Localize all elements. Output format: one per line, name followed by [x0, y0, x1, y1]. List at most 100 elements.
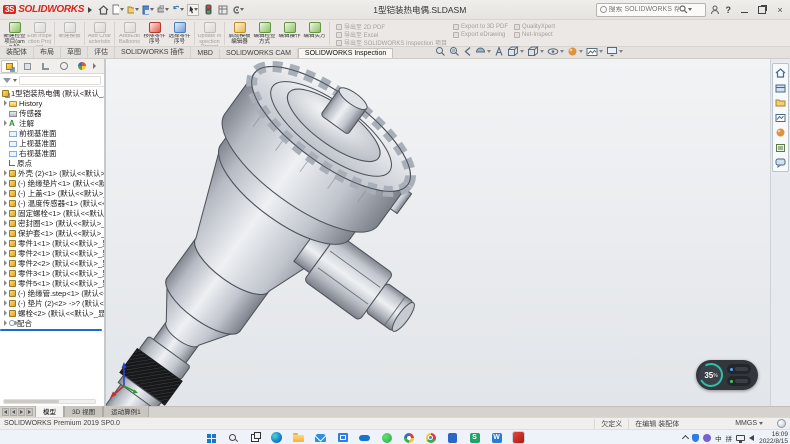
- thermocouple-3d-model[interactable]: [106, 59, 770, 406]
- dropdown-caret-icon[interactable]: [165, 8, 169, 11]
- blue-app-icon[interactable]: [446, 431, 459, 444]
- apply-scene-icon[interactable]: [586, 47, 603, 57]
- widget-button-bottom[interactable]: [727, 376, 751, 386]
- tab-scroll-prev-icon[interactable]: [10, 408, 17, 416]
- expand-arrow-icon[interactable]: [4, 300, 7, 306]
- net-inspect-item[interactable]: Net-Inspect: [514, 31, 555, 38]
- tray-shield-icon[interactable]: [692, 434, 699, 442]
- search-box[interactable]: [596, 3, 706, 17]
- tree-item-annotations[interactable]: 注解: [0, 118, 104, 128]
- ribbon-button-add-edit-balloons[interactable]: Add/Edit Balloons: [117, 21, 142, 46]
- hide-show-items-icon[interactable]: [547, 46, 564, 57]
- taskbar-search-icon[interactable]: [226, 431, 239, 444]
- tree-item-component[interactable]: 密封圈<1> (默认<<默认>_显示状态: [0, 218, 104, 228]
- units-selector[interactable]: MMGS: [735, 420, 763, 427]
- ribbon-button-launch-template-editor[interactable]: 启动模板编辑器: [227, 21, 252, 46]
- save-icon[interactable]: [142, 4, 154, 16]
- search-input[interactable]: [609, 6, 679, 13]
- mail-icon[interactable]: [314, 431, 327, 444]
- dropdown-caret-icon[interactable]: [487, 50, 491, 53]
- tree-item-component[interactable]: 零件3<1> (默认<<默认>_显示状态: [0, 268, 104, 278]
- clock[interactable]: 16:09 2022/8/15: [759, 431, 788, 444]
- print-icon[interactable]: [157, 4, 169, 16]
- tree-item-component[interactable]: 零件2<1> (默认<<默认>_显示状态: [0, 248, 104, 258]
- appearances-scenes-icon[interactable]: [774, 126, 787, 139]
- expand-arrow-icon[interactable]: [4, 190, 7, 196]
- new-file-icon[interactable]: [112, 4, 124, 16]
- select-cursor-icon[interactable]: [187, 4, 199, 16]
- tray-purple-app-icon[interactable]: [703, 434, 711, 442]
- configurationmanager-tab[interactable]: [37, 60, 54, 73]
- expand-arrow-icon[interactable]: [4, 210, 7, 216]
- panel-tab-overflow-icon[interactable]: [93, 63, 96, 69]
- tab-evaluate[interactable]: 评估: [88, 46, 115, 58]
- display-style-icon[interactable]: [527, 46, 544, 57]
- section-view-icon[interactable]: [475, 46, 491, 57]
- ribbon-button-add-characteristic[interactable]: Add Characteristic: [87, 21, 112, 46]
- ribbon-button-edit-methods[interactable]: 编辑检查方式: [252, 21, 277, 46]
- task-view-icon[interactable]: [248, 431, 261, 444]
- tree-item-component[interactable]: (-) 绝缘垫片<1> (默认<<默认>_显示: [0, 178, 104, 188]
- browser-wheel-icon[interactable]: [402, 431, 415, 444]
- design-library-icon[interactable]: [774, 81, 787, 94]
- rebuild-icon[interactable]: [202, 4, 214, 16]
- tree-item-component[interactable]: (-) 温度传感器<1> (默认<<默认>_显: [0, 198, 104, 208]
- edit-appearance-icon[interactable]: [567, 46, 583, 57]
- tree-item-component[interactable]: 螺栓<2> (默认<<默认>_显示状态: [0, 308, 104, 318]
- dropdown-caret-icon[interactable]: [619, 50, 623, 53]
- expand-arrow-icon[interactable]: [4, 120, 7, 126]
- view-settings-icon[interactable]: [606, 46, 623, 57]
- export-3d-pdf-item[interactable]: Export to 3D PDF: [453, 23, 508, 30]
- dropdown-caret-icon[interactable]: [194, 8, 198, 11]
- tree-item-front-plane[interactable]: 前视基准面: [0, 128, 104, 138]
- zoom-dial[interactable]: 35%: [698, 362, 724, 388]
- tab-scroll-last-icon[interactable]: [26, 408, 33, 416]
- tab-mbd[interactable]: MBD: [191, 49, 220, 58]
- search-icon[interactable]: [679, 5, 688, 14]
- chrome-icon[interactable]: [424, 431, 437, 444]
- restore-button[interactable]: [755, 3, 769, 17]
- solidworks-forum-icon[interactable]: [774, 156, 787, 169]
- options-gear-icon[interactable]: [232, 4, 244, 16]
- dropdown-caret-icon[interactable]: [579, 50, 583, 53]
- file-explorer-taskbar-icon[interactable]: [292, 431, 305, 444]
- login-person-icon[interactable]: [710, 5, 720, 15]
- custom-properties-icon[interactable]: [774, 141, 787, 154]
- zoom-to-area-icon[interactable]: [449, 46, 460, 57]
- export-excel-item[interactable]: 导出至 Excel: [336, 31, 447, 38]
- dropdown-caret-icon[interactable]: [540, 50, 544, 53]
- search-dropdown-caret-icon[interactable]: [688, 8, 692, 11]
- ribbon-button-update-inspection-project[interactable]: Update Inspection Project: [197, 21, 222, 46]
- open-file-icon[interactable]: [127, 4, 139, 16]
- microsoft-store-icon[interactable]: [336, 431, 349, 444]
- tree-item-component[interactable]: (-) 垫片 (2)<2> ->? (默认<<默认>_: [0, 298, 104, 308]
- tree-item-component[interactable]: 固定螺栓<1> (默认<<默认>_显示状: [0, 208, 104, 218]
- export-2d-pdf-item[interactable]: 导出至 2D PDF: [336, 23, 447, 30]
- view-palette-icon[interactable]: [774, 111, 787, 124]
- minimize-button[interactable]: [737, 3, 751, 17]
- previous-view-icon[interactable]: [463, 46, 472, 57]
- tree-item-component[interactable]: 零件2<2> (默认<<默认>_显示状态: [0, 258, 104, 268]
- zoom-percentage-widget[interactable]: 35%: [696, 360, 758, 390]
- expand-arrow-icon[interactable]: [4, 280, 7, 286]
- expand-arrow-icon[interactable]: [4, 200, 7, 206]
- tree-item-component[interactable]: (-) 绝缘管.step<1> (默认<<默认>_: [0, 288, 104, 298]
- expand-arrow-icon[interactable]: [4, 310, 7, 316]
- expand-arrow-icon[interactable]: [4, 230, 7, 236]
- wps-sheet-icon[interactable]: S: [468, 431, 481, 444]
- scrollbar-thumb[interactable]: [4, 400, 59, 403]
- speaker-icon[interactable]: [749, 435, 754, 441]
- dropdown-caret-icon[interactable]: [135, 8, 139, 11]
- featuremanager-tab[interactable]: [1, 60, 18, 73]
- dropdown-caret-icon[interactable]: [150, 8, 154, 11]
- solidworks-taskbar-icon[interactable]: [512, 431, 525, 444]
- tab-solidworks-cam[interactable]: SOLIDWORKS CAM: [220, 49, 298, 58]
- undo-icon[interactable]: [172, 4, 184, 16]
- expand-arrow-icon[interactable]: [4, 170, 7, 176]
- tree-item-history[interactable]: History: [0, 98, 104, 108]
- dimxpertmanager-tab[interactable]: [55, 60, 72, 73]
- filter-caret-icon[interactable]: [13, 79, 17, 82]
- expand-arrow-icon[interactable]: [4, 180, 7, 186]
- tree-item-component[interactable]: (-) 上盖<1> (默认<<默认>_显示状态: [0, 188, 104, 198]
- expand-arrow-icon[interactable]: [4, 270, 7, 276]
